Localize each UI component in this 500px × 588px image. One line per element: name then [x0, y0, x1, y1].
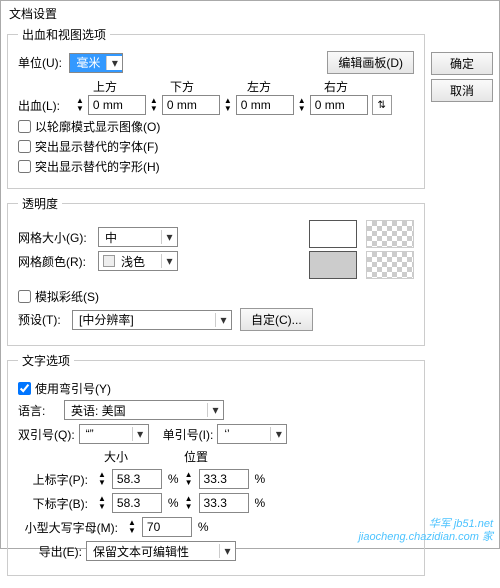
grid-size-label: 网格大小(G):	[18, 229, 94, 246]
bleed-bottom-input[interactable]	[162, 95, 220, 115]
bleed-headers: 上方 下方 左方 右方	[76, 78, 414, 95]
checker-preview-1	[366, 220, 414, 248]
glyphs-checkbox[interactable]	[18, 160, 31, 173]
grid-color-label: 网格颜色(R):	[18, 253, 94, 270]
chevron-down-icon: ▾	[219, 544, 235, 558]
text-options-group: 文字选项 使用弯引号(Y) 语言: 英语: 美国 ▾ 双引号(Q): “” ▾	[7, 352, 425, 576]
left-column: 出血和视图选项 单位(U): 毫米 ▾ 编辑画板(D) 上方 下方 左方	[7, 26, 425, 582]
language-label: 语言:	[18, 402, 60, 419]
stepper-icon[interactable]: ▲▼	[298, 97, 306, 113]
transparency-swatches	[309, 220, 414, 282]
smallcap-input[interactable]	[142, 517, 192, 537]
col-size: 大小	[104, 448, 128, 465]
simulate-paper-label: 模拟彩纸(S)	[35, 288, 99, 305]
super-label: 上标字(P):	[18, 471, 88, 488]
hdr-right: 右方	[307, 78, 365, 95]
edit-artboard-button[interactable]: 编辑画板(D)	[327, 51, 414, 74]
export-label: 导出(E):	[18, 543, 82, 560]
hdr-bottom: 下方	[153, 78, 211, 95]
chevron-down-icon: ▾	[270, 427, 286, 441]
stepper-icon[interactable]: ▲▼	[224, 97, 232, 113]
right-column: 确定 取消	[431, 26, 493, 582]
swatch-white[interactable]	[309, 220, 357, 248]
hdr-top: 上方	[76, 78, 134, 95]
super-pos-input[interactable]	[199, 469, 249, 489]
hdr-left: 左方	[230, 78, 288, 95]
pct-label: %	[255, 472, 266, 486]
smartquotes-label: 使用弯引号(Y)	[35, 380, 111, 397]
col-pos: 位置	[184, 448, 208, 465]
grid-color-dropdown[interactable]: 浅色 ▾	[98, 251, 178, 271]
cancel-button[interactable]: 取消	[431, 79, 493, 102]
chevron-down-icon: ▾	[161, 230, 177, 244]
super-size-input[interactable]	[112, 469, 162, 489]
dquote-dropdown[interactable]: “” ▾	[79, 424, 149, 444]
color-swatch-icon	[103, 255, 115, 267]
smartquotes-checkbox[interactable]	[18, 382, 31, 395]
outline-checkbox[interactable]	[18, 120, 31, 133]
transparency-legend: 透明度	[18, 195, 62, 212]
dialog-title: 文档设置	[1, 1, 499, 26]
bleed-right-input[interactable]	[310, 95, 368, 115]
squote-label: 单引号(I):	[163, 426, 214, 443]
stepper-icon[interactable]: ▲▼	[150, 97, 158, 113]
pct-label: %	[255, 496, 266, 510]
bleed-top-input[interactable]	[88, 95, 146, 115]
export-dropdown[interactable]: 保留文本可编辑性 ▾	[86, 541, 236, 561]
grid-size-dropdown[interactable]: 中 ▾	[98, 227, 178, 247]
chevron-down-icon: ▾	[106, 56, 122, 70]
preset-dropdown[interactable]: [中分辨率] ▾	[72, 310, 232, 330]
sub-label: 下标字(B):	[18, 495, 88, 512]
squote-dropdown[interactable]: ‘’ ▾	[217, 424, 287, 444]
chevron-down-icon: ▾	[207, 403, 223, 417]
stepper-icon[interactable]: ▲▼	[185, 495, 193, 511]
stepper-icon[interactable]: ▲▼	[98, 495, 106, 511]
unit-row: 单位(U): 毫米 ▾	[18, 53, 123, 73]
chevron-down-icon: ▾	[132, 427, 148, 441]
document-setup-dialog: 文档设置 出血和视图选项 单位(U): 毫米 ▾ 编辑画板(D)	[0, 0, 500, 549]
language-dropdown[interactable]: 英语: 美国 ▾	[64, 400, 224, 420]
preset-label: 预设(T):	[18, 311, 68, 328]
fonts-checkbox[interactable]	[18, 140, 31, 153]
bleed-view-group: 出血和视图选项 单位(U): 毫米 ▾ 编辑画板(D) 上方 下方 左方	[7, 26, 425, 189]
stepper-icon[interactable]: ▲▼	[98, 471, 106, 487]
smallcap-label: 小型大写字母(M):	[18, 519, 118, 536]
sub-pos-input[interactable]	[199, 493, 249, 513]
chevron-down-icon: ▾	[161, 254, 177, 268]
stepper-icon[interactable]: ▲▼	[76, 97, 84, 113]
fonts-label: 突出显示替代的字体(F)	[35, 138, 158, 155]
simulate-paper-checkbox[interactable]	[18, 290, 31, 303]
sub-size-input[interactable]	[112, 493, 162, 513]
text-legend: 文字选项	[18, 352, 74, 369]
pct-label: %	[168, 496, 179, 510]
custom-button[interactable]: 自定(C)...	[240, 308, 313, 331]
chain-link-icon[interactable]: ⇅	[372, 95, 392, 115]
unit-dropdown[interactable]: 毫米 ▾	[69, 53, 123, 73]
dquote-label: 双引号(Q):	[18, 426, 75, 443]
outline-label: 以轮廓模式显示图像(O)	[35, 118, 160, 135]
chevron-down-icon: ▾	[215, 313, 231, 327]
pct-label: %	[198, 520, 209, 534]
unit-label: 单位(U):	[18, 56, 62, 70]
pct-label: %	[168, 472, 179, 486]
stepper-icon[interactable]: ▲▼	[185, 471, 193, 487]
glyphs-label: 突出显示替代的字形(H)	[35, 158, 160, 175]
swatch-gray[interactable]	[309, 251, 357, 279]
ok-button[interactable]: 确定	[431, 52, 493, 75]
stepper-icon[interactable]: ▲▼	[128, 519, 136, 535]
checker-preview-2	[366, 251, 414, 279]
bleed-label: 出血(L):	[18, 97, 68, 114]
bleed-legend: 出血和视图选项	[18, 26, 110, 43]
bleed-left-input[interactable]	[236, 95, 294, 115]
main-area: 出血和视图选项 单位(U): 毫米 ▾ 编辑画板(D) 上方 下方 左方	[1, 26, 499, 588]
transparency-group: 透明度 网格大小(G): 中 ▾ 网格颜色(R):	[7, 195, 425, 346]
